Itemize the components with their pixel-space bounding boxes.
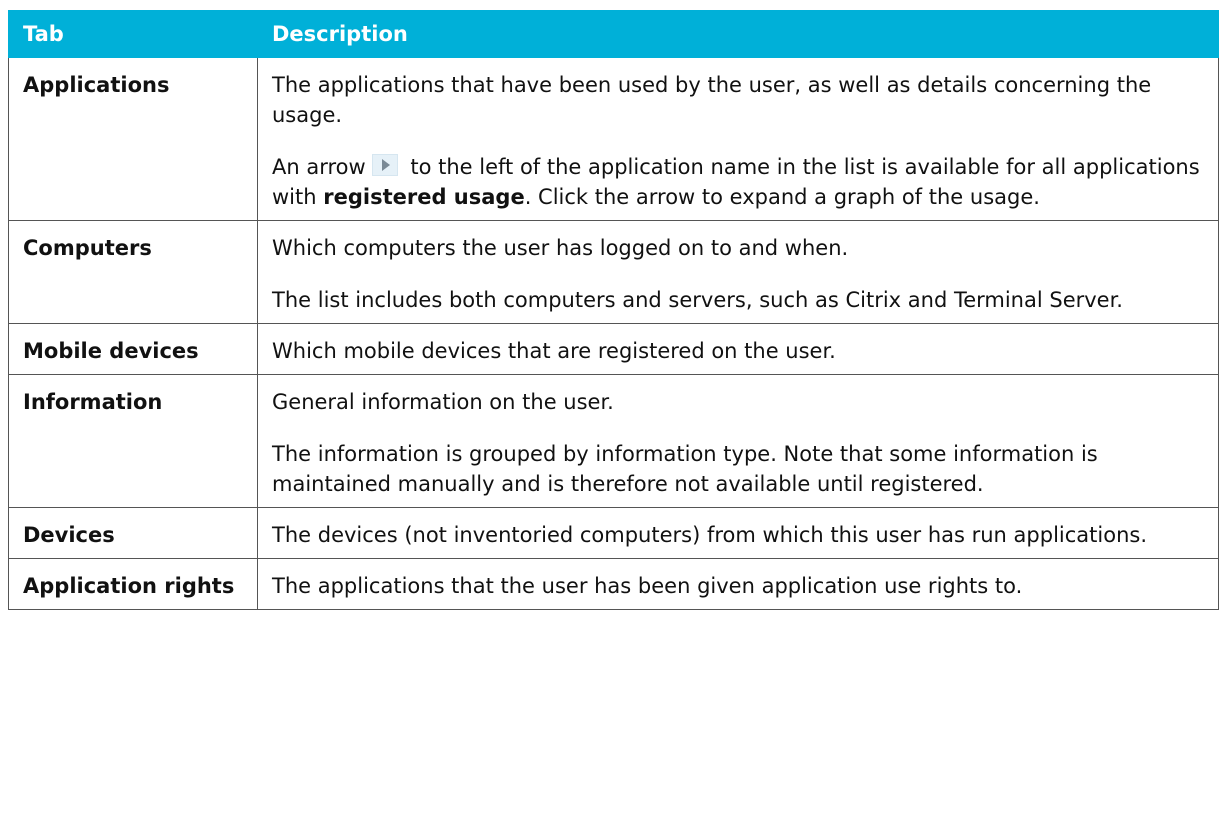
column-header-description: Description [257, 10, 1219, 58]
description-applications: The applications that have been used by … [257, 57, 1219, 221]
table-row-mobile-devices: Mobile devices Which mobile devices that… [8, 323, 1219, 375]
registered-usage-term: registered usage [323, 185, 525, 209]
tab-name-mobile-devices: Mobile devices [8, 323, 258, 375]
tab-name-information: Information [8, 374, 258, 508]
arrow-text-end: . Click the arrow to expand a graph of t… [524, 185, 1040, 209]
tabs-description-table: Tab Description Applications The applica… [8, 10, 1219, 610]
description-paragraph: The list includes both computers and ser… [272, 288, 1123, 312]
expand-arrow-icon [371, 154, 398, 176]
table-row-devices: Devices The devices (not inventoried com… [8, 507, 1219, 559]
description-mobile-devices: Which mobile devices that are registered… [257, 323, 1219, 375]
description-paragraph: The applications that have been used by … [272, 73, 1152, 127]
description-paragraph: Which computers the user has logged on t… [272, 236, 849, 260]
tab-name-computers: Computers [8, 220, 258, 324]
description-computers: Which computers the user has logged on t… [257, 220, 1219, 324]
description-paragraph: The applications that the user has been … [272, 574, 1023, 598]
description-paragraph: The information is grouped by informatio… [272, 442, 1098, 496]
description-paragraph: General information on the user. [272, 390, 614, 414]
table-row-applications: Applications The applications that have … [8, 57, 1219, 221]
table-header-row: Tab Description [8, 10, 1219, 58]
tab-name-applications: Applications [8, 57, 258, 221]
tab-name-devices: Devices [8, 507, 258, 559]
description-paragraph: Which mobile devices that are registered… [272, 339, 836, 363]
arrow-paragraph: An arrow to the left of the application … [272, 152, 1204, 212]
description-application-rights: The applications that the user has been … [257, 558, 1219, 610]
tab-name-application-rights: Application rights [8, 558, 258, 610]
table-row-information: Information General information on the u… [8, 374, 1219, 508]
description-devices: The devices (not inventoried computers) … [257, 507, 1219, 559]
description-paragraph: The devices (not inventoried computers) … [272, 523, 1147, 547]
table-row-computers: Computers Which computers the user has l… [8, 220, 1219, 324]
column-header-tab: Tab [8, 10, 258, 58]
description-information: General information on the user. The inf… [257, 374, 1219, 508]
arrow-text-before: An arrow [272, 155, 366, 179]
table-row-application-rights: Application rights The applications that… [8, 558, 1219, 610]
page: Tab Description Applications The applica… [0, 0, 1224, 816]
